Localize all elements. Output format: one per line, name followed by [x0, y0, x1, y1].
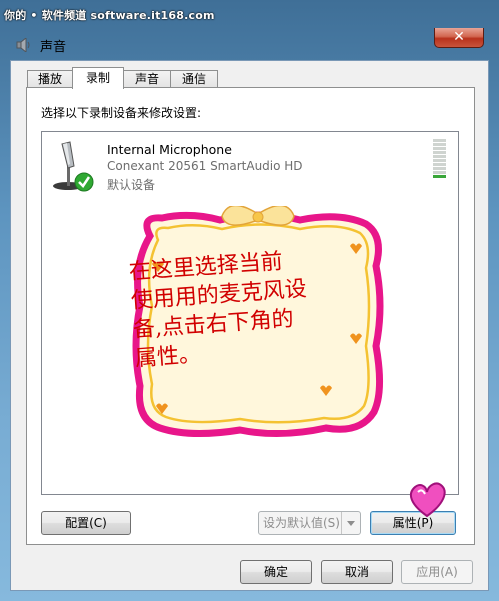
speaker-icon: [16, 38, 30, 52]
level-segment: [433, 175, 446, 178]
configure-button[interactable]: 配置(C): [41, 511, 131, 535]
level-segment: [433, 147, 446, 150]
tab-recording[interactable]: 录制: [72, 67, 124, 89]
close-button[interactable]: ✕: [434, 28, 484, 48]
level-segment: [433, 159, 446, 162]
device-item[interactable]: Internal Microphone Conexant 20561 Smart…: [42, 132, 458, 194]
window-titlebar[interactable]: 声音 ✕: [0, 28, 499, 60]
level-segment: [433, 163, 446, 166]
site-watermark: 你的 • 软件频道 software.it168.com: [4, 9, 215, 22]
default-check-icon: [74, 172, 94, 192]
tab-sounds[interactable]: 声音: [123, 70, 171, 88]
cancel-button[interactable]: 取消: [321, 560, 393, 584]
device-name: Internal Microphone: [107, 142, 232, 157]
tab-communications[interactable]: 通信: [170, 70, 218, 88]
level-meter: [433, 139, 446, 181]
apply-button[interactable]: 应用(A): [401, 560, 473, 584]
level-segment: [433, 143, 446, 146]
ok-button[interactable]: 确定: [240, 560, 312, 584]
annotation-text: 在这里选择当前 使用用的麦克风设 备,点击右下角的 属性。: [128, 243, 346, 373]
level-segment: [433, 171, 446, 174]
level-segment: [433, 139, 446, 142]
level-segment: [433, 151, 446, 154]
microphone-icon: [53, 141, 94, 192]
device-driver: Conexant 20561 SmartAudio HD: [107, 159, 303, 173]
chevron-down-icon[interactable]: [341, 512, 360, 534]
tab-playback[interactable]: 播放: [27, 70, 73, 88]
device-status: 默认设备: [107, 178, 156, 192]
level-segment: [433, 155, 446, 158]
window-title: 声音: [40, 40, 67, 55]
instruction-label: 选择以下录制设备来修改设置:: [41, 106, 202, 120]
set-default-label: 设为默认值(S): [263, 516, 340, 530]
properties-button[interactable]: 属性(P): [370, 511, 456, 535]
level-segment: [433, 167, 446, 170]
bow-icon: [221, 206, 295, 226]
set-default-button[interactable]: 设为默认值(S): [258, 511, 361, 535]
